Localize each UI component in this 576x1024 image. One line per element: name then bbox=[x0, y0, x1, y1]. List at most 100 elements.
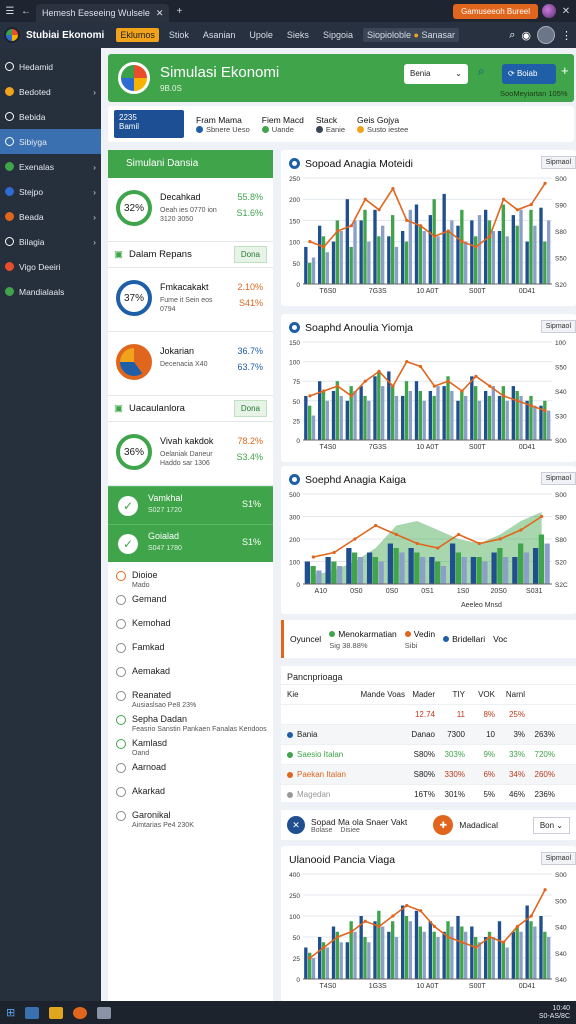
sidebar-item[interactable]: Bilagia › bbox=[0, 229, 101, 254]
browser-tab[interactable]: Hemesh Eeseeing Wulsele ✕ bbox=[36, 4, 170, 22]
y-tick-label-right: S80 bbox=[555, 515, 567, 522]
table-row[interactable]: Magedan 16T% 301% 5% 46% 236% bbox=[281, 784, 576, 804]
action-button[interactable]: Bon ⌄ bbox=[532, 816, 570, 834]
list-item[interactable]: Garonikal Aimtarias Pe4 230K bbox=[116, 810, 273, 834]
chart-card: 0 100 200 300 500 S00 S80 S80 S20 S2C A10 0S0 0S0 0S1… bbox=[281, 466, 576, 614]
bar bbox=[543, 400, 547, 440]
browser-profile-avatar[interactable] bbox=[542, 4, 556, 18]
section-title: Uacaulanlora bbox=[128, 403, 185, 414]
list-item[interactable]: Famkad bbox=[116, 642, 273, 666]
bar bbox=[497, 395, 502, 440]
bar bbox=[477, 942, 482, 979]
table-header-label: Kie bbox=[287, 690, 299, 699]
legend-item[interactable]: Voc bbox=[493, 634, 507, 644]
search-icon[interactable]: ⌕ bbox=[509, 29, 515, 42]
list-item[interactable]: Sepha Dadan Feasrio Sanstin Pankaen Fanal… bbox=[116, 714, 273, 738]
add-icon[interactable]: + bbox=[561, 63, 569, 78]
close-window-icon[interactable]: ✕ bbox=[560, 6, 572, 17]
sidebar-item[interactable]: Vigo Deeiri bbox=[0, 254, 101, 279]
line-point bbox=[391, 384, 395, 388]
taskbar-app-icon[interactable] bbox=[25, 1006, 40, 1019]
x-tick-label: 0D41 bbox=[519, 983, 536, 990]
hero-primary-button[interactable]: ⟳ Boiab bbox=[502, 64, 556, 84]
stat-dot-icon bbox=[261, 125, 269, 133]
metric-card[interactable]: 37% Fmkacakakt Fume it Sein eos 0794 2.10% S… bbox=[108, 268, 273, 332]
sidebar-item[interactable]: Mandialaals bbox=[0, 279, 101, 304]
chart-menu-button[interactable]: Sipmaol bbox=[540, 852, 576, 865]
legend-item[interactable]: Vedin Sibi bbox=[404, 629, 435, 650]
legend-item[interactable]: Bridellari bbox=[443, 634, 485, 644]
metric-card[interactable]: 36% Vivah kakdok Oelaniak Daneur Haddo sar… bbox=[108, 422, 273, 486]
table-row[interactable]: Saesio Italan S80% 303% 9% 33% 720% bbox=[281, 744, 576, 764]
table-cell: 46% bbox=[508, 790, 525, 799]
back-icon[interactable]: ← bbox=[20, 6, 32, 17]
nav-item-6[interactable]: Siopioloble ● Sanasar bbox=[362, 28, 460, 42]
browser-action-button[interactable]: Gamuseeoh Bureel bbox=[453, 3, 538, 19]
stat-item[interactable]: Fiem Macd Uande bbox=[261, 115, 304, 134]
close-tab-icon[interactable]: ✕ bbox=[156, 8, 164, 19]
list-item[interactable]: Akarkad bbox=[116, 786, 273, 810]
sidebar-item[interactable]: Sibiyga bbox=[0, 129, 101, 154]
checked-row[interactable]: ✓ Vamkhal S027 1720 S1% bbox=[108, 486, 273, 524]
chart-menu-button[interactable]: Sipmaol bbox=[540, 472, 576, 485]
sidebar-item[interactable]: Beada › bbox=[0, 204, 101, 229]
list-item[interactable]: Gemand bbox=[116, 594, 273, 618]
list-item[interactable]: Kemohad bbox=[116, 618, 273, 642]
list-item[interactable]: Aarnoad bbox=[116, 762, 273, 786]
stat-sub: Susto iestee bbox=[367, 124, 409, 134]
taskbar-app-icon[interactable] bbox=[49, 1006, 64, 1019]
sidebar-item[interactable]: Bebida bbox=[0, 104, 101, 129]
hero-search-icon[interactable]: ⌕ bbox=[478, 64, 485, 79]
menu-icon[interactable]: ☰ bbox=[4, 6, 16, 17]
section-title: Dalam Repans bbox=[128, 249, 192, 260]
nav-item-3[interactable]: Upole bbox=[245, 28, 277, 42]
legend-item[interactable]: Oyuncel bbox=[290, 634, 321, 644]
metric-card[interactable]: 32% Decahkad Oeah ies 0770 ion 3120 3050 55… bbox=[108, 178, 273, 242]
table-cell: S80% bbox=[413, 750, 435, 759]
sidebar-item[interactable]: Hedamid bbox=[0, 54, 101, 79]
new-tab-icon[interactable]: + bbox=[173, 6, 185, 17]
checked-row-name: Vamkhal bbox=[148, 493, 183, 503]
stat-item[interactable]: Fram Mama Sbnere Ueso bbox=[196, 115, 250, 134]
bar bbox=[539, 916, 543, 979]
more-icon[interactable]: ⋮ bbox=[561, 29, 572, 42]
nav-item-4[interactable]: Sieks bbox=[283, 28, 313, 42]
legend-item[interactable]: Menokarmatian Sig 38.88% bbox=[329, 629, 397, 650]
table-row-name: Paekan Italan bbox=[297, 770, 346, 779]
start-icon[interactable]: ⊞ bbox=[6, 1006, 15, 1019]
bar bbox=[446, 376, 450, 440]
medical-icon[interactable]: ✚ bbox=[433, 815, 454, 835]
chart-menu-button[interactable]: Sipmaol bbox=[540, 320, 576, 333]
nav-item-0[interactable]: Eklumos bbox=[116, 28, 159, 42]
hero-select[interactable]: Benia ⌄ bbox=[404, 64, 468, 84]
close-icon[interactable]: ✕ bbox=[287, 816, 305, 834]
stats-primary-box[interactable]: 2235 Bamil bbox=[114, 110, 184, 138]
sidebar-item[interactable]: Bedoted › bbox=[0, 79, 101, 104]
nav-item-5[interactable]: Sipgoia bbox=[319, 28, 357, 42]
section-button[interactable]: Dona bbox=[233, 400, 267, 417]
user-avatar[interactable] bbox=[537, 26, 555, 44]
table-row[interactable]: Paekan Italan S80% 330% 6% 34% 260% bbox=[281, 764, 576, 784]
checked-row[interactable]: ✓ Goialad S047 1780 S1% bbox=[108, 524, 273, 562]
list-item[interactable]: Reanated Ausiaslsao Pe8 23% bbox=[116, 690, 273, 714]
section-button[interactable]: Dona bbox=[233, 246, 267, 263]
table-row[interactable]: Bania Danao 7300 10 3% 263% bbox=[281, 724, 576, 744]
nav-item-2[interactable]: Asanian bbox=[199, 28, 240, 42]
bar bbox=[450, 391, 454, 440]
taskbar-app-icon[interactable] bbox=[97, 1006, 112, 1019]
list-item[interactable]: Kamlasd Oand bbox=[116, 738, 273, 762]
settings-icon[interactable]: ◉ bbox=[521, 29, 531, 42]
sidebar-item[interactable]: Exenalas › bbox=[0, 154, 101, 179]
chart-x-label: Aeeleo Mnsd bbox=[461, 602, 502, 609]
list-item[interactable]: Dioioe Mado bbox=[116, 570, 273, 594]
nav-item-1[interactable]: Stiok bbox=[165, 28, 193, 42]
y-tick-label: 75 bbox=[293, 379, 301, 386]
list-item-text: Akarkad bbox=[132, 786, 165, 796]
metric-card[interactable]: Jokarian Decenacia X40 36.7% 63.7% bbox=[108, 332, 273, 396]
stat-item[interactable]: Geis Gojya Susto iestee bbox=[357, 115, 408, 134]
sidebar-item[interactable]: Stejpo › bbox=[0, 179, 101, 204]
taskbar-app-icon[interactable] bbox=[73, 1006, 88, 1019]
list-item[interactable]: Aemakad bbox=[116, 666, 273, 690]
chart-menu-button[interactable]: Sipmaol bbox=[540, 156, 576, 169]
stat-item[interactable]: Stack Eanie bbox=[315, 115, 345, 134]
